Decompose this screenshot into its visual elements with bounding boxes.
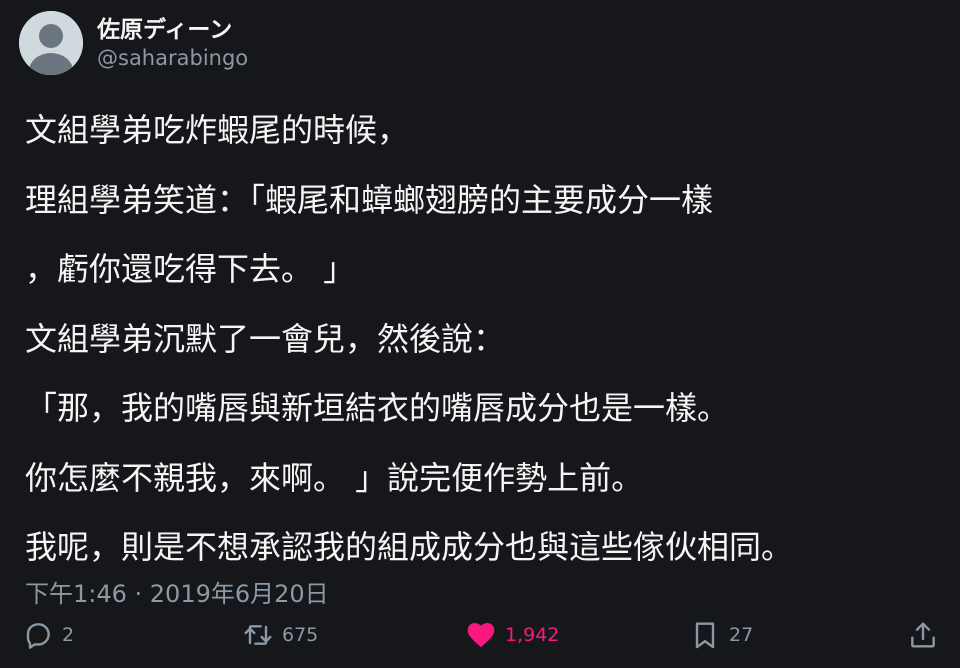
display-name[interactable]: 佐原ディーン <box>97 10 232 44</box>
tweet-line: 「那，我的嘴唇與新垣結衣的嘴唇成分也是一樣。 <box>25 389 730 427</box>
reply-icon <box>26 623 50 649</box>
bookmark-count: 27 <box>729 624 754 646</box>
share-icon <box>911 622 935 648</box>
user-handle[interactable]: @saharabingo <box>97 46 248 70</box>
retweet-count: 675 <box>282 624 319 646</box>
tweet-timestamp[interactable]: 下午1:46 · 2019年6月20日 <box>25 574 329 609</box>
avatar[interactable] <box>19 11 83 75</box>
tweet-line: 你怎麼不親我，來啊。 」說完便作勢上前。 <box>25 458 644 497</box>
retweet-icon <box>244 625 272 645</box>
share-button[interactable] <box>907 618 939 652</box>
reply-count: 2 <box>62 624 75 646</box>
like-count: 1,942 <box>505 624 560 646</box>
tweet-line: 我呢，則是不想承認我的組成成分也與這些傢伙相同。 <box>25 528 794 566</box>
bookmark-icon <box>695 622 715 649</box>
tweet-line: 文組學弟沉默了一會兒，然後說： <box>25 319 506 358</box>
like-button[interactable]: 1,942 <box>465 618 559 652</box>
tweet-text: 文組學弟吃炸蝦尾的時候， 理組學弟笑道：「蝦尾和蟑螂翅膀的主要成分一樣 ，虧你還… <box>25 96 945 583</box>
tweet-line: ，虧你還吃得下去。 」 <box>25 250 356 288</box>
retweet-button[interactable]: 675 <box>242 618 318 652</box>
tweet-line: 理組學弟笑道：「蝦尾和蟑螂翅膀的主要成分一樣 <box>25 180 714 219</box>
bookmark-button[interactable]: 27 <box>689 618 753 652</box>
default-profile-icon <box>19 11 83 75</box>
reply-button[interactable]: 2 <box>22 618 74 652</box>
tweet-line: 文組學弟吃炸蝦尾的時候， <box>25 111 410 149</box>
heart-icon <box>467 623 495 648</box>
